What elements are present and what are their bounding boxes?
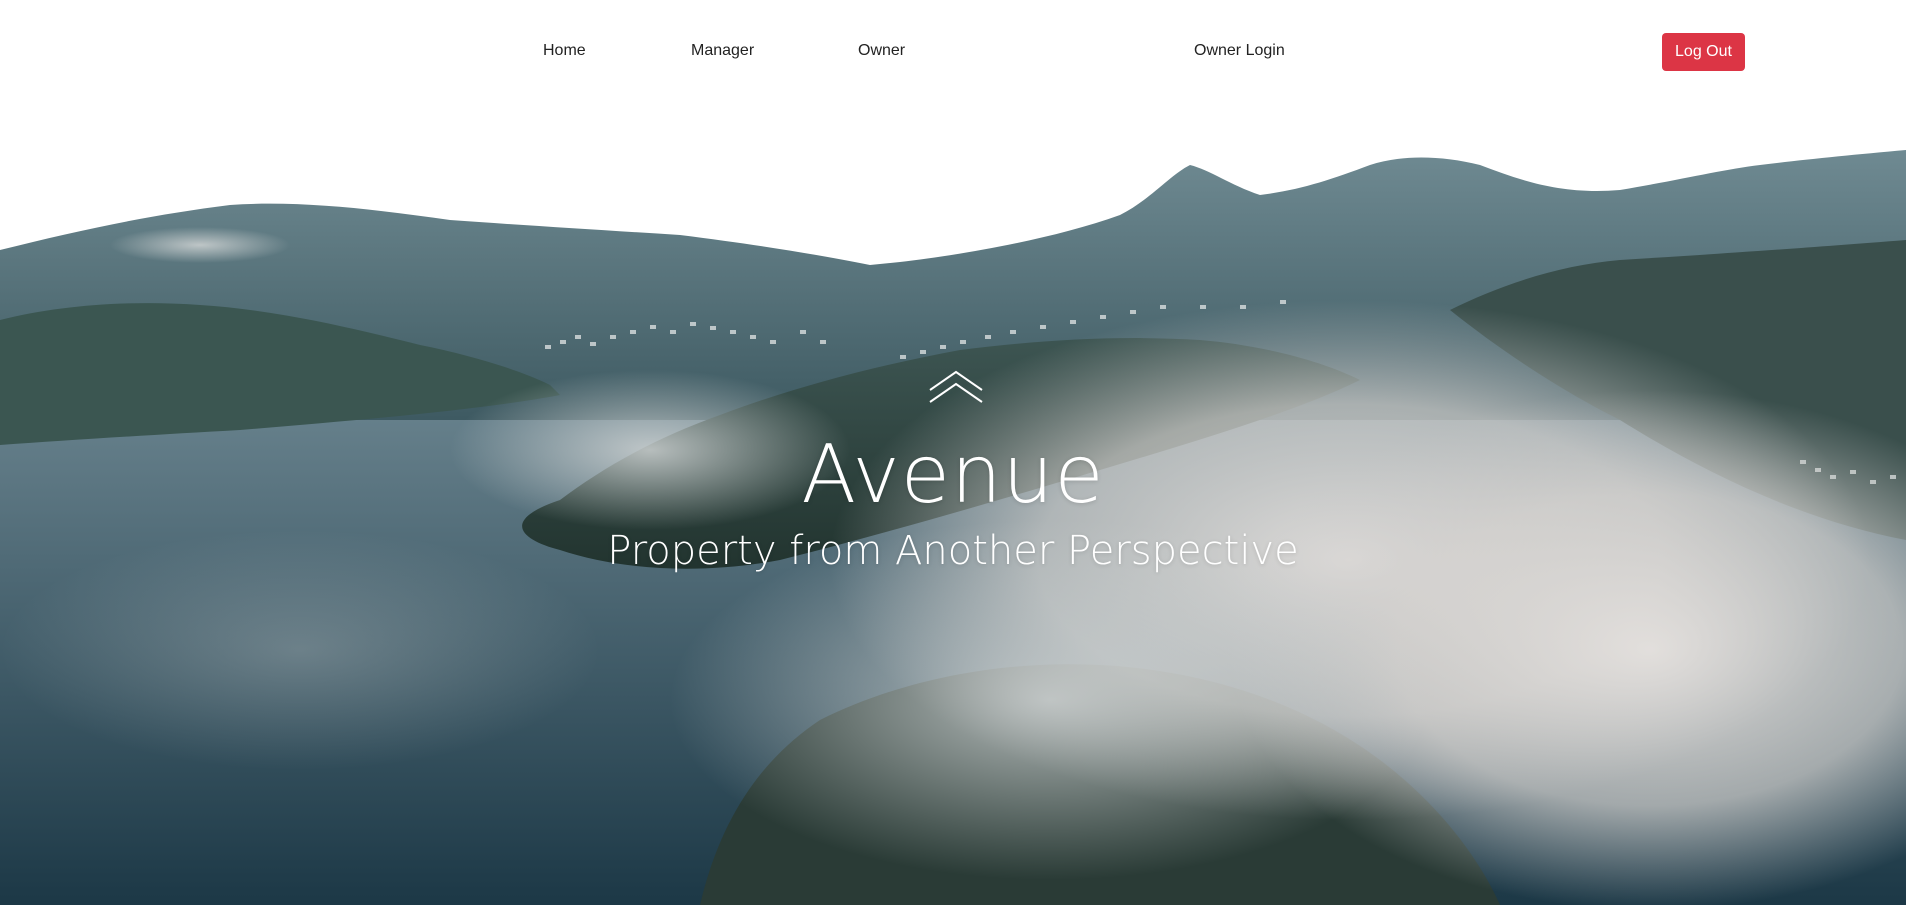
hero-subtitle: Property from Another Perspective <box>607 528 1299 574</box>
nav-home-link[interactable]: Home <box>543 42 586 60</box>
nav-manager-link[interactable]: Manager <box>691 42 754 60</box>
hero-title: Avenue <box>801 428 1105 521</box>
page: Home Manager Owner Owner Login Log Out A… <box>0 0 1906 905</box>
nav-owner-link[interactable]: Owner <box>858 42 905 60</box>
logout-button[interactable]: Log Out <box>1662 33 1745 71</box>
nav-owner-login-link[interactable]: Owner Login <box>1194 42 1285 60</box>
top-navbar: Home Manager Owner Owner Login Log Out <box>0 0 1906 105</box>
double-chevron-up-icon <box>929 370 983 403</box>
